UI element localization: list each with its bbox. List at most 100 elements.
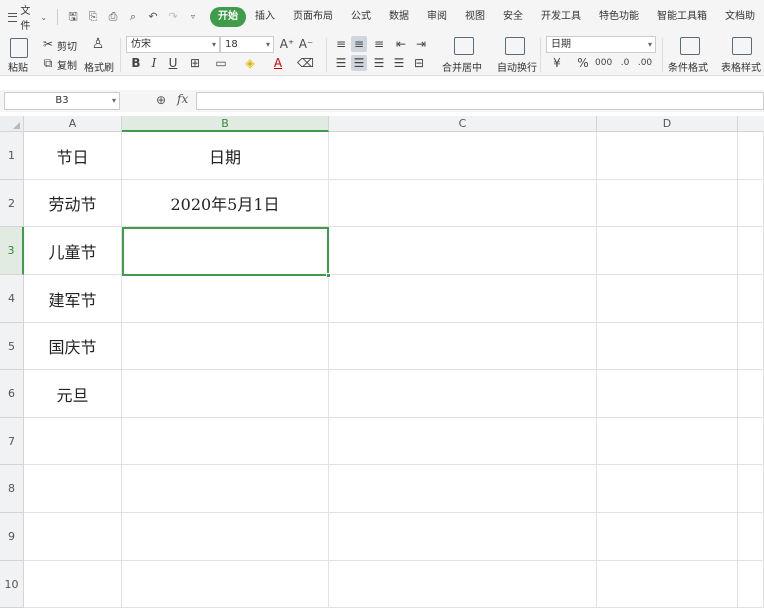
decrease-font-icon[interactable]: A⁻ bbox=[298, 36, 314, 52]
undo-icon[interactable]: ↶ bbox=[146, 10, 160, 24]
align-top-icon[interactable]: ≡ bbox=[333, 36, 349, 52]
align-center-icon[interactable]: ☰ bbox=[351, 55, 367, 71]
row-header-1[interactable]: 1 bbox=[0, 132, 24, 180]
align-right-icon[interactable]: ☰ bbox=[371, 55, 387, 71]
cell-d1[interactable] bbox=[597, 132, 738, 180]
tab-view[interactable]: 视图 bbox=[456, 7, 494, 27]
select-all-corner[interactable] bbox=[0, 116, 24, 132]
row-header-8[interactable]: 8 bbox=[0, 465, 24, 513]
align-left-icon[interactable]: ☰ bbox=[333, 55, 349, 71]
paste-icon[interactable] bbox=[10, 38, 28, 58]
tab-special-features[interactable]: 特色功能 bbox=[590, 7, 648, 27]
fill-handle[interactable] bbox=[326, 273, 331, 278]
tab-page-layout[interactable]: 页面布局 bbox=[284, 7, 342, 27]
format-painter-icon[interactable]: ♙ bbox=[90, 36, 106, 52]
file-menu[interactable]: 文件 ⌄ bbox=[0, 6, 53, 32]
column-header-b[interactable]: B bbox=[122, 116, 329, 132]
align-bottom-icon[interactable]: ≡ bbox=[371, 36, 387, 52]
cell-c6[interactable] bbox=[329, 370, 597, 418]
cell-c1[interactable] bbox=[329, 132, 597, 180]
cell-e2[interactable] bbox=[738, 180, 764, 227]
cell-b10[interactable] bbox=[122, 561, 329, 608]
fill-color-icon[interactable]: ◈ bbox=[242, 55, 258, 71]
cell-b9[interactable] bbox=[122, 513, 329, 561]
cell-a3[interactable]: 儿童节 bbox=[24, 227, 122, 275]
copy-icon[interactable]: ⧉ bbox=[40, 55, 56, 71]
cell-c7[interactable] bbox=[329, 418, 597, 465]
tab-review[interactable]: 审阅 bbox=[418, 7, 456, 27]
cell-d4[interactable] bbox=[597, 275, 738, 323]
row-header-7[interactable]: 7 bbox=[0, 418, 24, 465]
table-style-button[interactable]: 表格样式 bbox=[721, 59, 761, 74]
cell-c4[interactable] bbox=[329, 275, 597, 323]
cell-e4[interactable] bbox=[738, 275, 764, 323]
row-header-9[interactable]: 9 bbox=[0, 513, 24, 561]
table-style-icon[interactable] bbox=[732, 37, 752, 55]
cell-c2[interactable] bbox=[329, 180, 597, 227]
increase-decimal-icon[interactable]: .0 bbox=[617, 55, 633, 71]
cell-e9[interactable] bbox=[738, 513, 764, 561]
font-size-select[interactable]: 18 ▾ bbox=[220, 36, 274, 53]
currency-icon[interactable]: ¥ bbox=[549, 55, 565, 71]
cell-d5[interactable] bbox=[597, 323, 738, 370]
conditional-format-icon[interactable] bbox=[680, 37, 700, 55]
export-icon[interactable]: ⎘ bbox=[86, 10, 100, 24]
customize-toolbar-icon[interactable]: ▿ bbox=[186, 10, 200, 24]
cell-b5[interactable] bbox=[122, 323, 329, 370]
cell-a7[interactable] bbox=[24, 418, 122, 465]
italic-icon[interactable]: I bbox=[146, 55, 162, 71]
row-header-2[interactable]: 2 bbox=[0, 180, 24, 227]
cell-e8[interactable] bbox=[738, 465, 764, 513]
cell-c8[interactable] bbox=[329, 465, 597, 513]
clear-icon[interactable]: ⌫ bbox=[297, 55, 314, 71]
cell-a4[interactable]: 建军节 bbox=[24, 275, 122, 323]
cell-a8[interactable] bbox=[24, 465, 122, 513]
column-header-d[interactable]: D bbox=[597, 116, 738, 132]
cell-a6[interactable]: 元旦 bbox=[24, 370, 122, 418]
cell-e7[interactable] bbox=[738, 418, 764, 465]
cell-a1[interactable]: 节日 bbox=[24, 132, 122, 180]
cell-e6[interactable] bbox=[738, 370, 764, 418]
cell-a10[interactable] bbox=[24, 561, 122, 608]
print-icon[interactable]: ⎙ bbox=[106, 10, 120, 24]
column-header-a[interactable]: A bbox=[24, 116, 122, 132]
cut-button[interactable]: 剪切 bbox=[57, 38, 77, 53]
save-icon[interactable]: 🖫 bbox=[66, 10, 80, 24]
cell-b2[interactable]: 2020年5月1日 bbox=[122, 180, 329, 227]
cell-b4[interactable] bbox=[122, 275, 329, 323]
indent-increase-icon[interactable]: ⇥ bbox=[413, 36, 429, 52]
tab-doc-assistant[interactable]: 文档助 bbox=[716, 7, 764, 27]
font-name-select[interactable]: 仿宋 ▾ bbox=[126, 36, 220, 53]
column-header-c[interactable]: C bbox=[329, 116, 597, 132]
row-header-4[interactable]: 4 bbox=[0, 275, 24, 323]
tab-home[interactable]: 开始 bbox=[210, 7, 246, 27]
align-middle-icon[interactable]: ≡ bbox=[351, 36, 367, 52]
cell-d7[interactable] bbox=[597, 418, 738, 465]
cell-b6[interactable] bbox=[122, 370, 329, 418]
tab-data[interactable]: 数据 bbox=[380, 7, 418, 27]
print-preview-icon[interactable]: ⌕ bbox=[126, 10, 140, 24]
cell-c5[interactable] bbox=[329, 323, 597, 370]
underline-icon[interactable]: U bbox=[165, 55, 181, 71]
cell-c3[interactable] bbox=[329, 227, 597, 275]
distributed-icon[interactable]: ⊟ bbox=[411, 55, 427, 71]
cell-e5[interactable] bbox=[738, 323, 764, 370]
format-painter-button[interactable]: 格式刷 bbox=[84, 59, 114, 74]
cell-style-icon[interactable]: ▭ bbox=[213, 55, 229, 71]
name-box[interactable]: B3 ▾ bbox=[4, 92, 120, 110]
wrap-text-icon[interactable] bbox=[505, 37, 525, 55]
merge-center-button[interactable]: 合并居中 bbox=[442, 59, 482, 74]
tab-insert[interactable]: 插入 bbox=[246, 7, 284, 27]
tab-developer[interactable]: 开发工具 bbox=[532, 7, 590, 27]
cell-d10[interactable] bbox=[597, 561, 738, 608]
wrap-text-button[interactable]: 自动换行 bbox=[497, 59, 537, 74]
decrease-decimal-icon[interactable]: .00 bbox=[637, 55, 653, 71]
cell-a5[interactable]: 国庆节 bbox=[24, 323, 122, 370]
cell-b8[interactable] bbox=[122, 465, 329, 513]
cell-b7[interactable] bbox=[122, 418, 329, 465]
tab-security[interactable]: 安全 bbox=[494, 7, 532, 27]
cell-d3[interactable] bbox=[597, 227, 738, 275]
copy-button[interactable]: 复制 bbox=[57, 57, 77, 72]
number-format-select[interactable]: 日期 ▾ bbox=[546, 36, 656, 53]
formula-input[interactable] bbox=[196, 92, 764, 110]
